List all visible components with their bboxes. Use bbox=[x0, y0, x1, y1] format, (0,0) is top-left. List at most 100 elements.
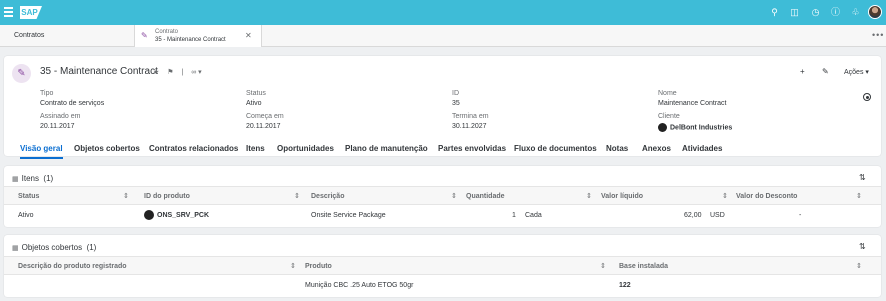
field-value: 20.11.2017 bbox=[40, 123, 75, 130]
user-avatar[interactable] bbox=[868, 5, 882, 19]
tab-atividades[interactable]: Atividades bbox=[682, 144, 722, 153]
sort-column-icon[interactable]: ⇕ bbox=[856, 192, 862, 200]
field-label: Cliente bbox=[658, 113, 680, 120]
cell-desconto: - bbox=[799, 212, 802, 219]
column-header[interactable]: Valor do Desconto bbox=[736, 193, 797, 200]
sort-icon[interactable]: ⇅ bbox=[859, 173, 866, 182]
tab-contratos[interactable]: Contratos bbox=[14, 32, 44, 39]
flag-icon[interactable]: ⚑ bbox=[167, 69, 173, 76]
customer-name: DelBont Industries bbox=[670, 124, 733, 132]
object-header: ✎ 35 - Maintenance Contract ★ ⚑ | ∞ ▾ + … bbox=[4, 56, 881, 159]
cell-product-id[interactable]: ONS_SRV_PCK bbox=[144, 210, 209, 220]
objetos-section: ▦ Objetos cobertos (1) ⇅ Descrição do pro… bbox=[4, 235, 881, 297]
itens-title: ▦ Itens (1) bbox=[12, 174, 54, 183]
cell-base-instalada: 122 bbox=[619, 282, 631, 289]
tab-oportunidades[interactable]: Oportunidades bbox=[277, 144, 334, 153]
cell-unidade: Cada bbox=[525, 212, 542, 219]
more-tabs-button[interactable]: ••• bbox=[872, 30, 884, 40]
product-logo-icon bbox=[144, 210, 154, 220]
field-value: 35 bbox=[452, 100, 460, 107]
field-value: Contrato de serviços bbox=[40, 100, 105, 107]
cell-status: Ativo bbox=[18, 212, 34, 219]
tab-objetos-cobertos[interactable]: Objetos cobertos bbox=[74, 144, 140, 153]
edit-document-icon: ✎ bbox=[141, 31, 148, 40]
field-label: Nome bbox=[658, 90, 677, 97]
sort-icon[interactable]: ⇅ bbox=[859, 242, 866, 251]
field-status: Status Ativo bbox=[246, 90, 266, 107]
tab-type-label: Contrato bbox=[155, 29, 179, 35]
contract-icon: ✎ bbox=[12, 64, 31, 83]
field-label: Status bbox=[246, 90, 266, 97]
sort-column-icon[interactable]: ⇕ bbox=[290, 262, 296, 270]
objetos-title: ▦ Objetos cobertos (1) bbox=[12, 243, 97, 252]
field-termina: Termina em 30.11.2027 bbox=[452, 113, 489, 130]
title-actions: ★ ⚑ | ∞ ▾ bbox=[153, 68, 208, 76]
tab-contract-35[interactable]: ✎ Contrato 35 - Maintenance Contract ✕ bbox=[134, 25, 262, 47]
separator-icon: | bbox=[181, 69, 184, 76]
cell-moeda: USD bbox=[710, 212, 725, 219]
edit-icon[interactable]: ✎ bbox=[822, 67, 829, 76]
sort-column-icon[interactable]: ⇕ bbox=[123, 192, 129, 200]
shell-bar: SAP ⚲ ◫ ◷ ⓘ ♧ bbox=[0, 0, 886, 25]
column-header[interactable]: Produto bbox=[305, 263, 332, 270]
field-value: Maintenance Contract bbox=[658, 100, 727, 107]
notification-icon[interactable]: ♧ bbox=[850, 7, 861, 18]
objetos-table-header: Descrição do produto registrado ⇕ Produt… bbox=[4, 256, 881, 275]
field-nome: Nome Maintenance Contract bbox=[658, 90, 726, 107]
field-id: ID 35 bbox=[452, 90, 460, 107]
sort-column-icon[interactable]: ⇕ bbox=[586, 192, 592, 200]
column-header[interactable]: Descrição bbox=[311, 193, 344, 200]
collapse-header-icon[interactable] bbox=[863, 93, 871, 101]
sort-column-icon[interactable]: ⇕ bbox=[451, 192, 457, 200]
tab-anexos[interactable]: Anexos bbox=[642, 144, 671, 153]
field-comeca: Começa em 20.11.2017 bbox=[246, 113, 284, 130]
actions-menu-button[interactable]: Ações ▾ bbox=[844, 68, 869, 76]
field-label: ID bbox=[452, 90, 459, 97]
tab-title-label: 35 - Maintenance Contract bbox=[155, 37, 226, 43]
close-icon[interactable]: ✕ bbox=[245, 31, 252, 40]
cell-produto: Munição CBC .25 Auto ETOG 50gr bbox=[305, 282, 414, 289]
field-value: Ativo bbox=[246, 100, 262, 107]
tab-visao-geral[interactable]: Visão geral bbox=[20, 144, 63, 159]
field-label: Começa em bbox=[246, 113, 284, 120]
field-value: 20.11.2017 bbox=[246, 123, 281, 130]
customer-logo-icon bbox=[658, 123, 667, 132]
page-title: 35 - Maintenance Contract bbox=[40, 66, 158, 77]
sap-logo[interactable]: SAP bbox=[20, 6, 42, 19]
sort-column-icon[interactable]: ⇕ bbox=[600, 262, 606, 270]
link-icon[interactable]: ∞ ▾ bbox=[191, 69, 201, 76]
feedback-icon[interactable]: ◫ bbox=[789, 7, 800, 18]
help-icon[interactable]: ⓘ bbox=[830, 7, 841, 18]
column-header[interactable]: ID do produto bbox=[144, 193, 190, 200]
add-icon[interactable]: + bbox=[800, 67, 805, 76]
cell-descricao: Onsite Service Package bbox=[311, 212, 386, 219]
field-cliente: Cliente DelBont Industries bbox=[658, 113, 732, 132]
cell-valor: 62,00 bbox=[684, 212, 702, 219]
column-header[interactable]: Valor líquido bbox=[601, 193, 643, 200]
customer-link[interactable]: DelBont Industries bbox=[658, 123, 732, 132]
menu-icon[interactable] bbox=[4, 7, 13, 17]
field-label: Tipo bbox=[40, 90, 54, 97]
tab-itens[interactable]: Itens bbox=[246, 144, 265, 153]
itens-table-header: Status ⇕ ID do produto ⇕ Descrição ⇕ Qua… bbox=[4, 186, 881, 205]
sort-column-icon[interactable]: ⇕ bbox=[722, 192, 728, 200]
tab-contratos-relacionados[interactable]: Contratos relacionados bbox=[149, 144, 238, 153]
field-label: Termina em bbox=[452, 113, 489, 120]
column-header[interactable]: Base instalada bbox=[619, 263, 668, 270]
search-icon[interactable]: ⚲ bbox=[769, 7, 780, 18]
itens-section: ▦ Itens (1) ⇅ Status ⇕ ID do produto ⇕ De… bbox=[4, 166, 881, 227]
sort-column-icon[interactable]: ⇕ bbox=[294, 192, 300, 200]
tab-fluxo-documentos[interactable]: Fluxo de documentos bbox=[514, 144, 597, 153]
tab-partes-envolvidas[interactable]: Partes envolvidas bbox=[438, 144, 506, 153]
table-icon: ▦ bbox=[12, 245, 19, 252]
column-header[interactable]: Descrição do produto registrado bbox=[18, 263, 127, 270]
history-icon[interactable]: ◷ bbox=[810, 7, 821, 18]
tab-notas[interactable]: Notas bbox=[606, 144, 628, 153]
column-header[interactable]: Status bbox=[18, 193, 39, 200]
sort-column-icon[interactable]: ⇕ bbox=[856, 262, 862, 270]
favorite-icon[interactable]: ★ bbox=[153, 69, 159, 76]
column-header[interactable]: Quantidade bbox=[466, 193, 505, 200]
tab-plano-manutencao[interactable]: Plano de manutenção bbox=[345, 144, 428, 153]
field-value: 30.11.2027 bbox=[452, 123, 487, 130]
field-label: Assinado em bbox=[40, 113, 81, 120]
